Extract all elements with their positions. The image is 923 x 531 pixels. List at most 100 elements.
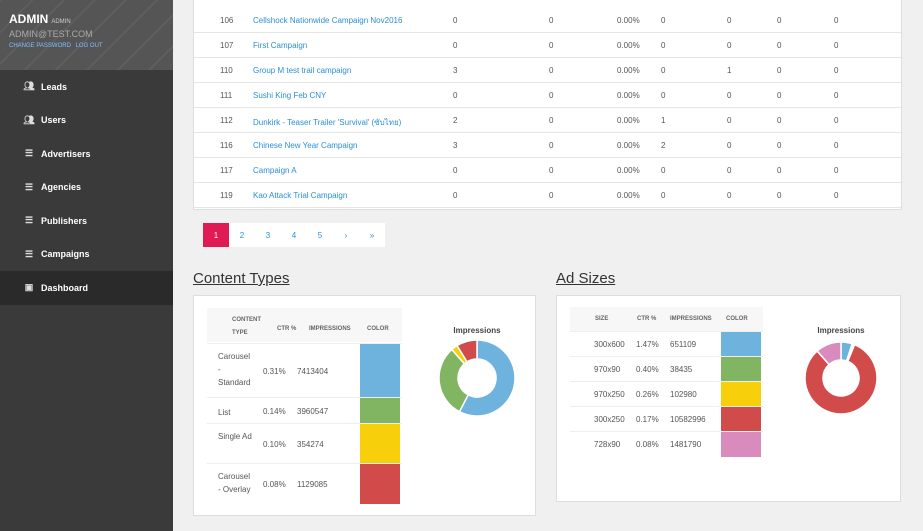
user-name-text: ADMIN — [9, 12, 49, 26]
impressions-value: 3960547 — [297, 407, 329, 416]
table-row: 112 Dunkirk - Teaser Trailer 'Survival' (… — [194, 108, 901, 133]
cell-c2: 0 — [549, 166, 554, 175]
page-4-button[interactable]: 4 — [281, 223, 307, 247]
campaign-link[interactable]: Dunkirk - Teaser Trailer 'Survival' (ซับ… — [253, 116, 401, 129]
cell-c5: 0 — [777, 116, 782, 125]
sidebar-item-label: Agencies — [41, 182, 82, 193]
cell-id: 110 — [220, 66, 233, 75]
cell-c2: 0 — [549, 16, 554, 25]
sidebar-item-leads[interactable]: 👥︎ Leads — [0, 70, 173, 104]
sidebar-item-advertisers[interactable]: ☰ Advertisers — [0, 137, 173, 171]
cell-c1: 0 — [453, 166, 458, 175]
cell-c5: 0 — [777, 66, 782, 75]
impressions-value: 354274 — [297, 440, 324, 449]
campaign-link[interactable]: Kao Attack Trial Campaign — [253, 191, 347, 200]
cell-c5: 0 — [777, 41, 782, 50]
ctr-value: 0.08% — [636, 440, 659, 449]
ctr-value: 0.14% — [263, 407, 286, 416]
cell-pct: 0.00% — [617, 91, 640, 100]
cell-c2: 0 — [549, 91, 554, 100]
list-icon: ☰ — [24, 148, 34, 159]
page-3-button[interactable]: 3 — [255, 223, 281, 247]
logout-link[interactable]: LOG OUT — [76, 43, 103, 49]
pagination: 1 2 3 4 5 › » — [203, 223, 385, 247]
sidebar-item-dashboard[interactable]: ▣ Dashboard — [0, 271, 173, 305]
content-type-label: Carousel - Standard — [218, 352, 251, 387]
user-email: ADMIN@TEST.COM — [9, 29, 93, 39]
page-2-button[interactable]: 2 — [229, 223, 255, 247]
impressions-value: 7413404 — [297, 367, 329, 376]
sidebar-item-label: Leads — [41, 81, 68, 92]
change-password-link[interactable]: CHANGE PASSWORD — [9, 43, 71, 49]
campaign-link[interactable]: Group M test trail campaign — [253, 66, 351, 75]
content-types-donut-chart — [438, 339, 516, 417]
campaign-link[interactable]: Chinese New Year Campaign — [253, 141, 358, 150]
list-item: 300x250 0.17% 10582996 — [570, 406, 763, 432]
last-page-button[interactable]: » — [359, 223, 385, 247]
cell-id: 111 — [220, 91, 233, 100]
campaign-link[interactable]: Campaign A — [253, 166, 297, 175]
cell-c3: 0 — [661, 41, 666, 50]
cell-c6: 0 — [834, 116, 839, 125]
user-role: ADMIN — [51, 19, 71, 25]
impressions-value: 102980 — [670, 390, 697, 399]
cell-c1: 0 — [453, 41, 458, 50]
sidebar-item-publishers[interactable]: ☰ Publishers — [0, 204, 173, 238]
sidebar-item-label: Advertisers — [41, 148, 91, 159]
cell-c3: 0 — [661, 91, 666, 100]
user-name: ADMIN ADMIN — [9, 12, 164, 26]
next-page-button[interactable]: › — [333, 223, 359, 247]
campaign-link[interactable]: Sushi King Feb CNY — [253, 91, 326, 100]
campaign-link[interactable]: First Campaign — [253, 41, 307, 50]
sidebar-item-agencies[interactable]: ☰ Agencies — [0, 171, 173, 205]
list-item: Carousel - Standard 0.31% 7413404 — [207, 343, 402, 398]
cell-c2: 0 — [549, 116, 554, 125]
list-item: 970x90 0.40% 38435 — [570, 356, 763, 382]
cell-c2: 0 — [549, 141, 554, 150]
header-impressions: IMPRESSIONS — [309, 326, 351, 332]
list-icon: ☰ — [24, 181, 34, 192]
people-icon: 👥︎ — [23, 81, 35, 92]
sidebar-item-label: Publishers — [41, 215, 88, 226]
cell-c1: 2 — [453, 116, 458, 125]
cell-c2: 0 — [549, 41, 554, 50]
ad-sizes-header: SIZE CTR % IMPRESSIONS COLOR — [570, 307, 763, 331]
page-5-button[interactable]: 5 — [307, 223, 333, 247]
cell-c3: 0 — [661, 166, 666, 175]
cell-id: 106 — [220, 16, 234, 25]
content-type-label: Single Ad — [218, 432, 252, 441]
sidebar-item-label: Dashboard — [41, 282, 89, 293]
sidebar-item-label: Campaigns — [41, 249, 90, 260]
page-1-button[interactable]: 1 — [203, 223, 229, 247]
list-item: 728x90 0.08% 1481790 — [570, 431, 763, 457]
size-label: 300x600 — [594, 340, 625, 349]
table-row: 119 Kao Attack Trial Campaign 0 0 0.00% 0 0 0 0 — [194, 183, 901, 208]
cell-c3: 0 — [661, 16, 666, 25]
color-swatch — [721, 357, 761, 382]
campaign-link[interactable]: Cellshock Nationwide Campaign Nov2016 — [253, 16, 402, 25]
cell-c6: 0 — [834, 41, 839, 50]
cell-c6: 0 — [834, 166, 839, 175]
sidebar-item-users[interactable]: 👥︎ Users — [0, 104, 173, 138]
table-row: 106 Cellshock Nationwide Campaign Nov2016… — [194, 8, 901, 33]
header-color: COLOR — [367, 326, 389, 332]
header-ctr: CTR % — [277, 326, 297, 332]
content-type-label: List — [218, 408, 231, 417]
sidebar-item-campaigns[interactable]: ☰ Campaigns — [0, 238, 173, 272]
color-swatch — [721, 407, 761, 432]
cell-c4: 0 — [727, 141, 732, 150]
cell-c3: 0 — [661, 66, 666, 75]
table-row: 107 First Campaign 0 0 0.00% 0 0 0 0 — [194, 33, 901, 58]
cell-pct: 0.00% — [617, 16, 640, 25]
color-swatch — [360, 464, 400, 504]
list-item: Carousel - Overlay 0.08% 1129085 — [207, 463, 402, 504]
content-types-title: Content Types — [193, 270, 290, 287]
ctr-value: 1.47% — [636, 340, 659, 349]
cell-id: 107 — [220, 41, 234, 50]
cell-c1: 0 — [453, 191, 458, 200]
impressions-value: 1129085 — [297, 480, 328, 489]
color-swatch — [360, 424, 400, 464]
content-types-header: CONTENT TYPE CTR % IMPRESSIONS COLOR — [207, 308, 402, 342]
cell-pct: 0.00% — [617, 141, 640, 150]
ad-sizes-donut-chart — [804, 341, 878, 415]
